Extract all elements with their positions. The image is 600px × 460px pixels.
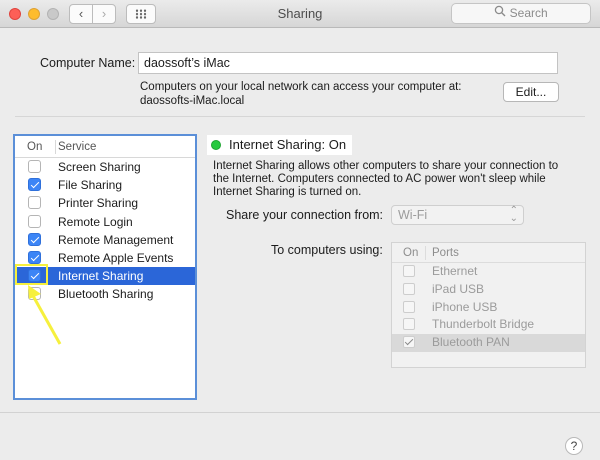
ports-list-header: On Ports — [392, 243, 585, 263]
port-row-ipad-usb[interactable]: iPad USB — [392, 281, 585, 299]
status-indicator-icon — [211, 140, 221, 150]
printer-sharing-checkbox[interactable] — [28, 196, 41, 210]
port-label: Ethernet — [432, 264, 478, 278]
edit-button[interactable]: Edit... — [503, 82, 559, 102]
thunderbolt-bridge-checkbox[interactable] — [403, 318, 415, 331]
service-label: Remote Login — [58, 214, 133, 229]
internet-sharing-status: Internet Sharing: On — [207, 135, 353, 155]
internet-sharing-description: Internet Sharing allows other computers … — [213, 160, 559, 198]
port-label: Thunderbolt Bridge — [432, 317, 535, 332]
column-separator — [55, 140, 56, 154]
to-computers-label: To computers using: — [271, 243, 383, 257]
computer-name-input[interactable]: daossoft’s iMac — [138, 52, 558, 74]
port-label: iPhone USB — [432, 299, 498, 314]
title-bar: ‹ › Sharing Search — [0, 0, 600, 28]
updown-chevron-icon: ⌃ ⌄ — [509, 205, 518, 224]
port-label: iPad USB — [432, 281, 485, 296]
ports-list[interactable]: On Ports Ethernet iPad USB iPhone USB Th… — [391, 242, 586, 368]
ethernet-checkbox[interactable] — [403, 265, 415, 277]
service-row-screen-sharing[interactable]: Screen Sharing — [15, 158, 195, 176]
service-row-remote-management[interactable]: Remote Management — [15, 231, 195, 249]
share-from-select[interactable]: Wi-Fi ⌃ ⌄ — [391, 205, 524, 225]
remote-management-checkbox[interactable] — [28, 232, 41, 246]
column-header-on[interactable]: On — [27, 141, 42, 153]
service-label: Screen Sharing — [58, 160, 141, 174]
service-row-remote-login[interactable]: Remote Login — [15, 213, 195, 231]
search-field[interactable]: Search — [451, 3, 591, 24]
share-from-value: Wi-Fi — [398, 208, 428, 222]
arrow-icon — [28, 285, 62, 345]
port-row-bluetooth-pan[interactable]: Bluetooth PAN — [392, 334, 585, 352]
port-row-ethernet[interactable]: Ethernet — [392, 263, 585, 281]
computer-name-label: Computer Name: — [40, 56, 136, 70]
bottom-divider — [0, 412, 600, 413]
ipad-usb-checkbox[interactable] — [403, 282, 415, 295]
screen-sharing-checkbox[interactable] — [28, 160, 41, 173]
service-label: Remote Management — [58, 232, 174, 247]
service-label: Remote Apple Events — [58, 250, 174, 265]
status-text: Internet Sharing: On — [229, 137, 347, 152]
port-row-iphone-usb[interactable]: iPhone USB — [392, 299, 585, 317]
bluetooth-pan-checkbox[interactable] — [403, 336, 415, 349]
column-header-on: On — [403, 247, 419, 259]
service-row-file-sharing[interactable]: File Sharing — [15, 176, 195, 194]
column-header-ports: Ports — [432, 247, 459, 259]
search-icon — [494, 4, 506, 23]
file-sharing-checkbox[interactable] — [28, 178, 41, 192]
share-from-label: Share your connection from: — [226, 208, 384, 222]
help-button[interactable]: ? — [565, 437, 583, 455]
port-label: Bluetooth PAN — [432, 335, 510, 350]
column-header-service[interactable]: Service — [58, 141, 96, 153]
search-placeholder: Search — [509, 6, 548, 20]
remote-login-checkbox[interactable] — [28, 214, 41, 228]
column-separator — [425, 246, 426, 260]
port-row-thunderbolt-bridge[interactable]: Thunderbolt Bridge — [392, 316, 585, 334]
network-access-text: Computers on your local network can acce… — [140, 81, 462, 93]
service-label: File Sharing — [58, 178, 123, 193]
divider — [15, 116, 585, 117]
remote-apple-events-checkbox[interactable] — [28, 250, 41, 264]
service-label: Printer Sharing — [58, 196, 139, 211]
service-row-printer-sharing[interactable]: Printer Sharing — [15, 194, 195, 212]
local-hostname: daossofts-iMac.local — [140, 95, 245, 107]
computer-name-description: Computers on your local network can acce… — [140, 80, 462, 108]
iphone-usb-checkbox[interactable] — [403, 300, 415, 313]
service-list-header: On Service — [15, 136, 195, 158]
